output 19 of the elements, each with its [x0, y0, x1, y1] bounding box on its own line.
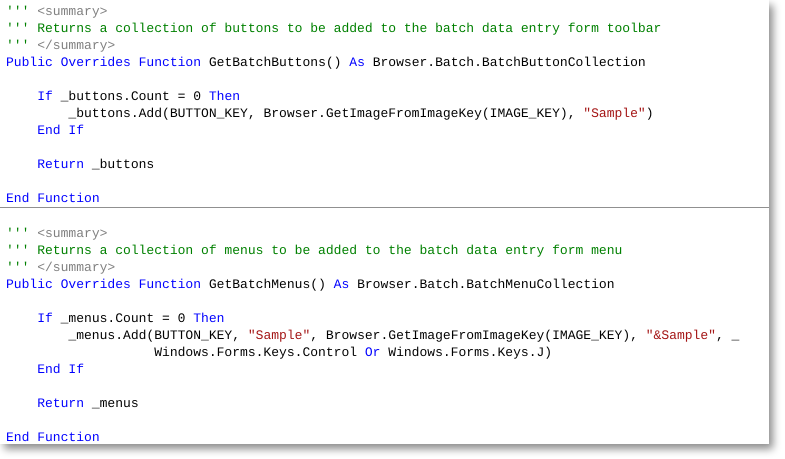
code-line: ''' Returns a collection of buttons to be added to the batch data entry form toolbar [6, 21, 662, 36]
code-line: End Function [6, 191, 100, 206]
code-line: Public Overrides Function GetBatchButtons() As Browser.Batch.BatchButtonCollection [6, 55, 646, 70]
code-line: If _menus.Count = 0 Then [37, 311, 224, 326]
code-line: ''' <summary> [6, 4, 108, 19]
code-line: _buttons.Add(BUTTON_KEY, Browser.GetImageFromImageKey(IMAGE_KEY), "Sample") [68, 106, 654, 121]
code-line: End Function [6, 430, 100, 445]
code-line: _menus.Add(BUTTON_KEY, "Sample", Browser.GetImageFromImageKey(IMAGE_KEY), "&Sample", _ [68, 328, 740, 343]
code-line: End If [37, 123, 84, 138]
code-line: ''' Returns a collection of menus to be added to the batch data entry form menu [6, 243, 622, 258]
code-line: Return _buttons [37, 157, 154, 172]
code-line: Windows.Forms.Keys.Control Or Windows.Forms.Keys.J) [154, 345, 552, 360]
code-line: If _buttons.Count = 0 Then [37, 89, 240, 104]
code-line: ''' </summary> [6, 38, 116, 53]
code-line: Public Overrides Function GetBatchMenus() As Browser.Batch.BatchMenuCollection [6, 277, 615, 292]
code-line: ''' <summary> [6, 226, 108, 241]
code-line: End If [37, 362, 84, 377]
code-line: ''' </summary> [6, 260, 116, 275]
code-line: Return _menus [37, 396, 139, 411]
